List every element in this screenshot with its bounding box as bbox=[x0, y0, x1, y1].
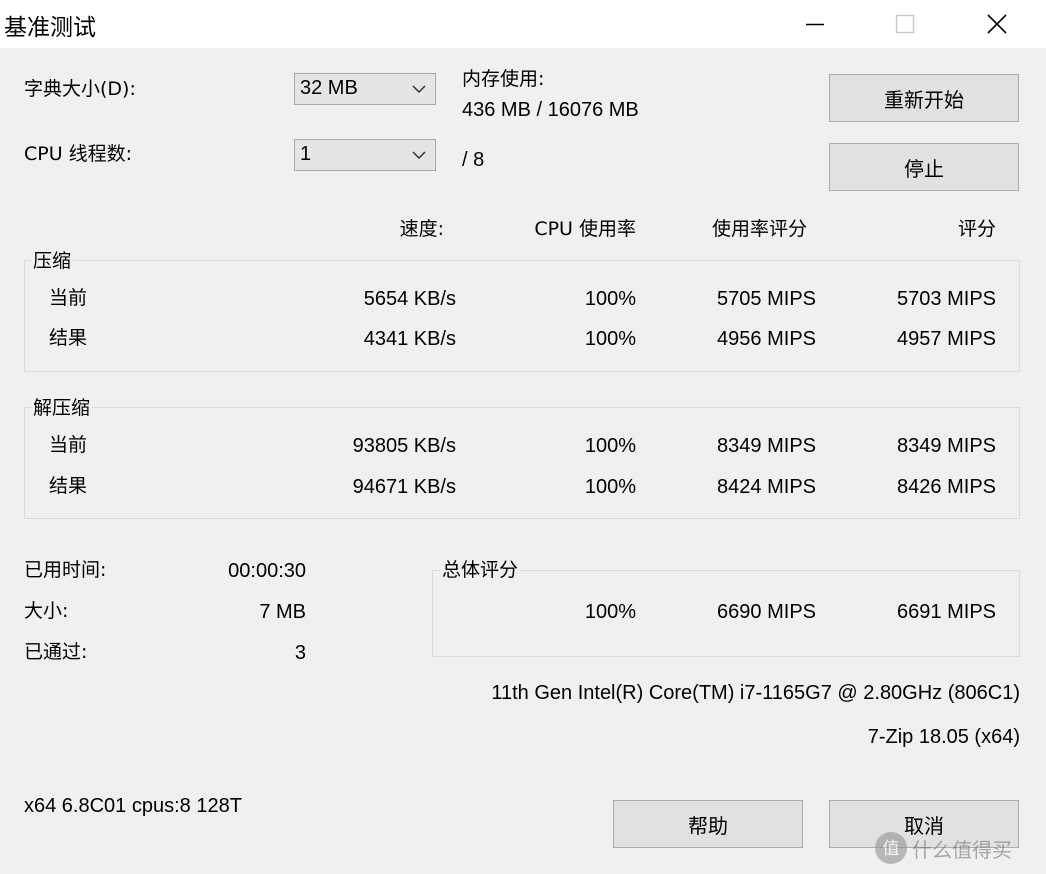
compress-current-speed: 5654 KB/s bbox=[363, 288, 456, 310]
compress-current-rating: 5703 MIPS bbox=[897, 288, 996, 310]
svg-text:值: 值 bbox=[883, 839, 900, 859]
window-title: 基准测试 bbox=[4, 15, 96, 41]
stop-button[interactable]: 停止 bbox=[829, 143, 1019, 191]
dictionary-value: 32 MB bbox=[300, 77, 358, 99]
compress-current-usage: 100% bbox=[584, 288, 636, 310]
compress-current-usage-rating: 5705 MIPS bbox=[717, 288, 816, 310]
decompress-result-rating: 8426 MIPS bbox=[897, 476, 996, 498]
maximize-icon bbox=[895, 14, 915, 34]
dictionary-label: 字典大小(D): bbox=[24, 78, 136, 100]
help-button[interactable]: 帮助 bbox=[613, 800, 803, 848]
version-label: 7-Zip 18.05 (x64) bbox=[867, 726, 1020, 748]
column-usage-rating: 使用率评分 bbox=[712, 218, 808, 240]
cpu-name: 11th Gen Intel(R) Core(TM) i7-1165G7 @ 2… bbox=[491, 682, 1020, 704]
total-title: 总体评分 bbox=[441, 558, 521, 582]
passes-label: 已通过: bbox=[24, 641, 88, 663]
compress-group bbox=[24, 260, 1020, 372]
watermark-logo-icon: 值 bbox=[875, 832, 907, 864]
compress-title: 压缩 bbox=[32, 249, 74, 273]
size-label: 大小: bbox=[24, 600, 69, 622]
threads-total: / 8 bbox=[462, 149, 485, 171]
decompress-current-usage-rating: 8349 MIPS bbox=[717, 435, 816, 457]
column-rating: 评分 bbox=[957, 218, 996, 240]
system-info: x64 6.8C01 cpus:8 128T bbox=[24, 795, 242, 817]
memory-value: 436 MB / 16076 MB bbox=[462, 99, 639, 121]
decompress-title: 解压缩 bbox=[32, 396, 93, 420]
compress-result-label: 结果 bbox=[49, 327, 88, 349]
decompress-result-usage: 100% bbox=[584, 476, 636, 498]
minimize-button[interactable] bbox=[770, 0, 860, 48]
decompress-current-usage: 100% bbox=[584, 435, 636, 457]
chevron-down-icon bbox=[412, 85, 426, 94]
threads-value: 1 bbox=[300, 143, 312, 165]
decompress-current-rating: 8349 MIPS bbox=[897, 435, 996, 457]
decompress-result-label: 结果 bbox=[49, 475, 88, 497]
elapsed-label: 已用时间: bbox=[24, 559, 107, 581]
threads-select[interactable]: 1 bbox=[294, 139, 436, 171]
size-value: 7 MB bbox=[259, 601, 306, 623]
total-usage: 100% bbox=[584, 601, 636, 623]
title-bar: 基准测试 bbox=[0, 0, 1046, 48]
decompress-result-usage-rating: 8424 MIPS bbox=[717, 476, 816, 498]
compress-result-rating: 4957 MIPS bbox=[897, 328, 996, 350]
compress-result-speed: 4341 KB/s bbox=[363, 328, 456, 350]
decompress-current-label: 当前 bbox=[49, 434, 88, 456]
watermark-text: 什么值得买 bbox=[912, 837, 1012, 862]
decompress-current-speed: 93805 KB/s bbox=[352, 435, 456, 457]
compress-result-usage-rating: 4956 MIPS bbox=[717, 328, 816, 350]
compress-result-usage: 100% bbox=[584, 328, 636, 350]
memory-label: 内存使用: bbox=[462, 68, 545, 90]
elapsed-value: 00:00:30 bbox=[228, 560, 306, 582]
total-rating: 6691 MIPS bbox=[897, 601, 996, 623]
close-button[interactable] bbox=[952, 0, 1042, 48]
column-cpu-usage: CPU 使用率 bbox=[534, 218, 636, 240]
maximize-button[interactable] bbox=[860, 0, 950, 48]
chevron-down-icon bbox=[412, 151, 426, 160]
passes-value: 3 bbox=[294, 642, 306, 664]
threads-label: CPU 线程数: bbox=[24, 143, 133, 165]
restart-button[interactable]: 重新开始 bbox=[829, 74, 1019, 122]
column-speed: 速度: bbox=[399, 218, 444, 240]
compress-current-label: 当前 bbox=[49, 287, 88, 309]
decompress-result-speed: 94671 KB/s bbox=[352, 476, 456, 498]
total-usage-rating: 6690 MIPS bbox=[717, 601, 816, 623]
dictionary-select[interactable]: 32 MB bbox=[294, 73, 436, 105]
watermark: 值 什么值得买 bbox=[874, 828, 1044, 868]
close-icon bbox=[987, 14, 1007, 34]
decompress-group bbox=[24, 407, 1020, 519]
minimize-icon bbox=[806, 23, 824, 26]
